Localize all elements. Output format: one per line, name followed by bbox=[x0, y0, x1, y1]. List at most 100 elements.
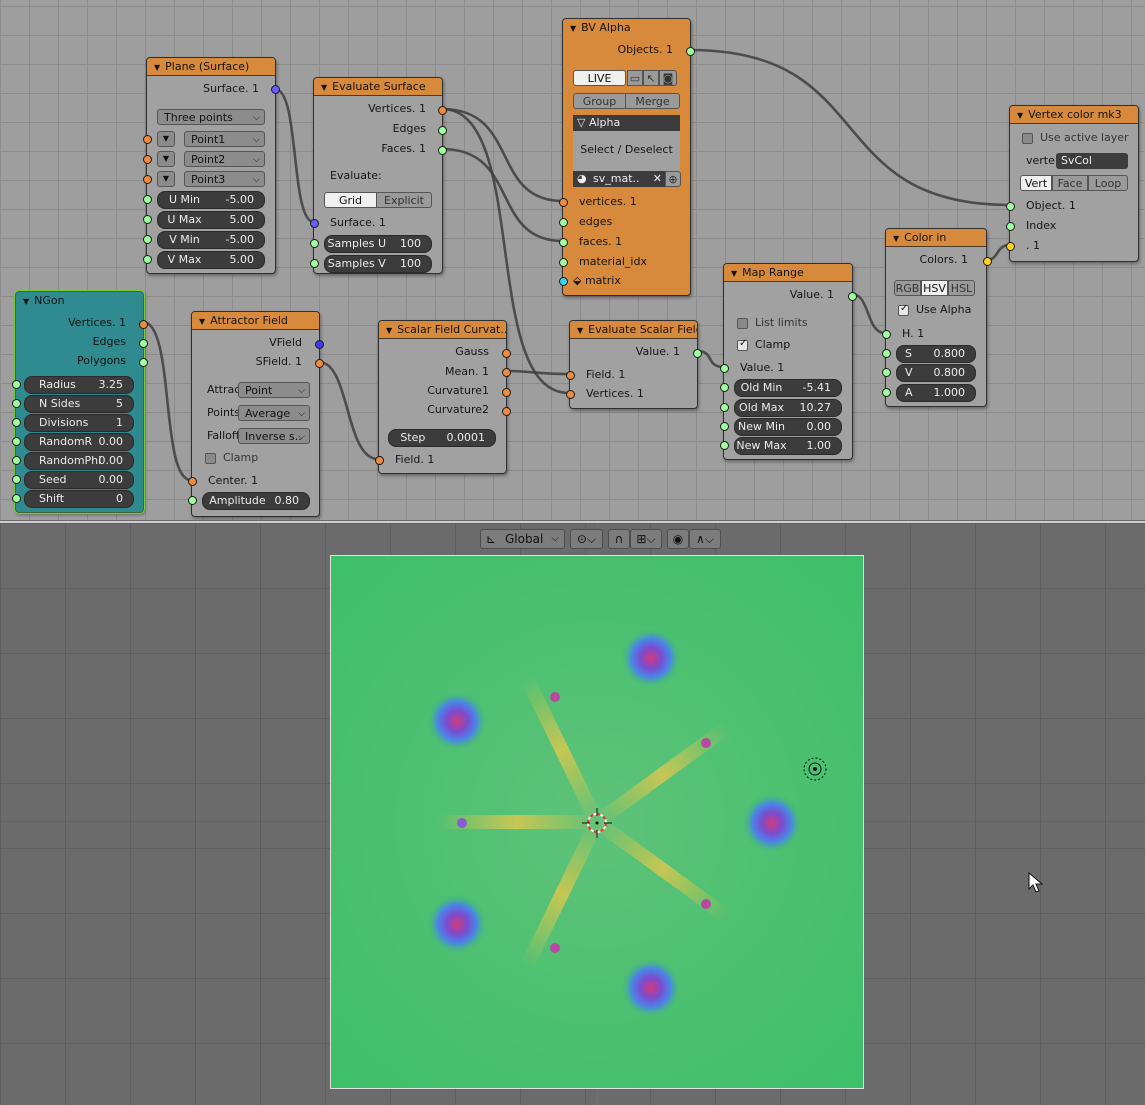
output-objects-socket[interactable] bbox=[686, 47, 695, 56]
samples-v-field[interactable]: Samples V 100 bbox=[324, 255, 432, 273]
node-color-in[interactable]: ▼Color in Colors. 1 RGB HSV HSL Use Alph… bbox=[882, 228, 992, 407]
shift-field[interactable]: Shift 0 bbox=[24, 490, 134, 508]
input-color-socket[interactable] bbox=[1006, 242, 1015, 251]
clamp-checkbox[interactable] bbox=[205, 453, 216, 464]
output-vfield-socket[interactable] bbox=[315, 340, 324, 349]
randomphi-field[interactable]: RandomPhi 0.00 bbox=[24, 452, 134, 470]
old-min-field[interactable]: Old Min -5.41 bbox=[734, 379, 842, 397]
vertex-layer-input[interactable]: SvCol bbox=[1056, 153, 1128, 169]
node-ngon[interactable]: ▼ NGon Vertices. 1 Edges Polygons Radius 3… bbox=[12, 290, 148, 514]
input-new-min-socket[interactable] bbox=[720, 422, 729, 431]
select-deselect-button[interactable]: Select / Deselect bbox=[573, 141, 680, 159]
input-old-min-socket[interactable] bbox=[720, 383, 729, 392]
attractor-type-dropdown[interactable]: Point ⌵ bbox=[238, 382, 310, 398]
input-vertices-socket[interactable] bbox=[559, 198, 568, 207]
input-field-socket[interactable] bbox=[566, 371, 575, 380]
output-vertices-socket[interactable] bbox=[139, 320, 148, 329]
collapse-icon[interactable]: ▼ bbox=[1017, 107, 1023, 123]
material-selector[interactable]: ◕ sv_mat.. ✕ bbox=[573, 171, 665, 187]
output-value-socket[interactable] bbox=[693, 349, 702, 358]
mode-explicit-button[interactable]: Explicit bbox=[376, 192, 432, 208]
live-button[interactable]: LIVE bbox=[573, 70, 626, 86]
mode-hsv-button[interactable]: HSV bbox=[921, 280, 948, 296]
input-radius-socket[interactable] bbox=[12, 380, 21, 389]
camera-icon[interactable]: ◙ bbox=[659, 70, 677, 86]
group-button[interactable]: Group bbox=[573, 93, 626, 109]
vertex-color-plane[interactable] bbox=[330, 555, 864, 1089]
input-object-socket[interactable] bbox=[1006, 202, 1015, 211]
node-attractor-field[interactable]: ▼ Attractor Field VField SField. 1 Attrac… bbox=[188, 311, 324, 517]
input-new-max-socket[interactable] bbox=[720, 441, 729, 450]
input-field-socket[interactable] bbox=[375, 456, 384, 465]
cursor-icon[interactable]: ↖ bbox=[643, 70, 659, 86]
alpha-panel-header[interactable]: ▽ Alpha bbox=[573, 115, 680, 131]
input-edges-socket[interactable] bbox=[559, 218, 568, 227]
u-max-field[interactable]: U Max 5.00 bbox=[157, 211, 265, 229]
node-header[interactable]: ▼ Scalar Field Curvat.. bbox=[379, 321, 506, 339]
output-vertices-socket[interactable] bbox=[438, 106, 447, 115]
proportional-edit-toggle[interactable]: ◉ bbox=[667, 529, 689, 549]
output-polygons-socket[interactable] bbox=[139, 358, 148, 367]
samples-u-field[interactable]: Samples U 100 bbox=[324, 235, 432, 253]
input-matrix-socket[interactable] bbox=[559, 277, 568, 286]
input-point3-socket[interactable] bbox=[143, 175, 152, 184]
merge-button[interactable]: Merge bbox=[625, 93, 680, 109]
node-header[interactable]: ▼ Map Range bbox=[724, 264, 852, 282]
input-faces-socket[interactable] bbox=[559, 238, 568, 247]
output-edges-socket[interactable] bbox=[139, 339, 148, 348]
input-u-min-socket[interactable] bbox=[143, 195, 152, 204]
input-v-min-socket[interactable] bbox=[143, 235, 152, 244]
seed-field[interactable]: Seed 0.00 bbox=[24, 471, 134, 489]
output-colors-socket[interactable] bbox=[983, 257, 992, 266]
snap-element-dropdown[interactable]: ⊞⌵ bbox=[630, 529, 662, 549]
node-editor[interactable]: ▼ Plane (Surface) Surface. 1 Three points… bbox=[0, 0, 1145, 520]
input-h-socket[interactable] bbox=[882, 330, 891, 339]
mode-grid-button[interactable]: Grid bbox=[324, 192, 377, 208]
node-plane-surface[interactable]: ▼ Plane (Surface) Surface. 1 Three points… bbox=[143, 57, 280, 274]
node-map-range[interactable]: ▼Map Range Value. 1 List limits Clamp Va… bbox=[720, 263, 857, 460]
output-surface-socket[interactable] bbox=[271, 85, 280, 94]
point2-toggle-button[interactable]: ▼ bbox=[157, 151, 175, 167]
input-point2-socket[interactable] bbox=[143, 155, 152, 164]
collapse-icon[interactable]: ▼ bbox=[731, 265, 737, 281]
collapse-icon[interactable]: ▼ bbox=[154, 59, 160, 75]
randomr-field[interactable]: RandomR 0.00 bbox=[24, 433, 134, 451]
mode-rgb-button[interactable]: RGB bbox=[894, 280, 921, 296]
input-amplitude-socket[interactable] bbox=[188, 496, 197, 505]
falloff-dropdown[interactable]: Inverse s.. ⌵ bbox=[238, 428, 310, 444]
node-header[interactable]: ▼ NGon bbox=[16, 292, 143, 309]
input-point1-socket[interactable] bbox=[143, 135, 152, 144]
node-header[interactable]: ▼ Evaluate Surface bbox=[314, 78, 442, 96]
input-divisions-socket[interactable] bbox=[12, 418, 21, 427]
close-icon[interactable]: ✕ bbox=[653, 171, 662, 187]
input-seed-socket[interactable] bbox=[12, 475, 21, 484]
clamp-checkbox[interactable] bbox=[737, 338, 748, 351]
point3-dropdown[interactable]: Point3 ⌵ bbox=[184, 171, 265, 187]
input-material-socket[interactable] bbox=[559, 258, 568, 267]
v-min-field[interactable]: V Min -5.00 bbox=[157, 231, 265, 249]
input-v-max-socket[interactable] bbox=[143, 255, 152, 264]
new-min-field[interactable]: New Min 0.00 bbox=[734, 418, 842, 436]
input-old-max-socket[interactable] bbox=[720, 403, 729, 412]
pivot-point-dropdown[interactable]: ⊙⌵ bbox=[570, 529, 603, 549]
input-s-socket[interactable] bbox=[882, 349, 891, 358]
radius-field[interactable]: Radius 3.25 bbox=[24, 376, 134, 394]
old-max-field[interactable]: Old Max 10.27 bbox=[734, 399, 842, 417]
collapse-icon[interactable]: ▼ bbox=[23, 293, 29, 309]
output-faces-socket[interactable] bbox=[438, 146, 447, 155]
point1-toggle-button[interactable]: ▼ bbox=[157, 131, 175, 147]
input-nsides-socket[interactable] bbox=[12, 399, 21, 408]
collapse-icon[interactable]: ▼ bbox=[893, 230, 899, 246]
add-material-icon[interactable]: ⊕ bbox=[665, 171, 681, 187]
input-randomphi-socket[interactable] bbox=[12, 456, 21, 465]
point3-toggle-button[interactable]: ▼ bbox=[157, 171, 175, 187]
output-curvature2-socket[interactable] bbox=[502, 407, 511, 416]
input-shift-socket[interactable] bbox=[12, 494, 21, 503]
amplitude-field[interactable]: Amplitude 0.80 bbox=[202, 492, 310, 510]
node-evaluate-surface[interactable]: ▼ Evaluate Surface Vertices. 1 Edges Face… bbox=[310, 77, 447, 274]
s-field[interactable]: S 0.800 bbox=[896, 345, 976, 363]
collapse-icon[interactable]: ▼ bbox=[570, 20, 576, 36]
mode-face-button[interactable]: Face bbox=[1052, 175, 1088, 191]
input-u-max-socket[interactable] bbox=[143, 215, 152, 224]
node-header[interactable]: ▼ BV Alpha bbox=[563, 19, 690, 36]
